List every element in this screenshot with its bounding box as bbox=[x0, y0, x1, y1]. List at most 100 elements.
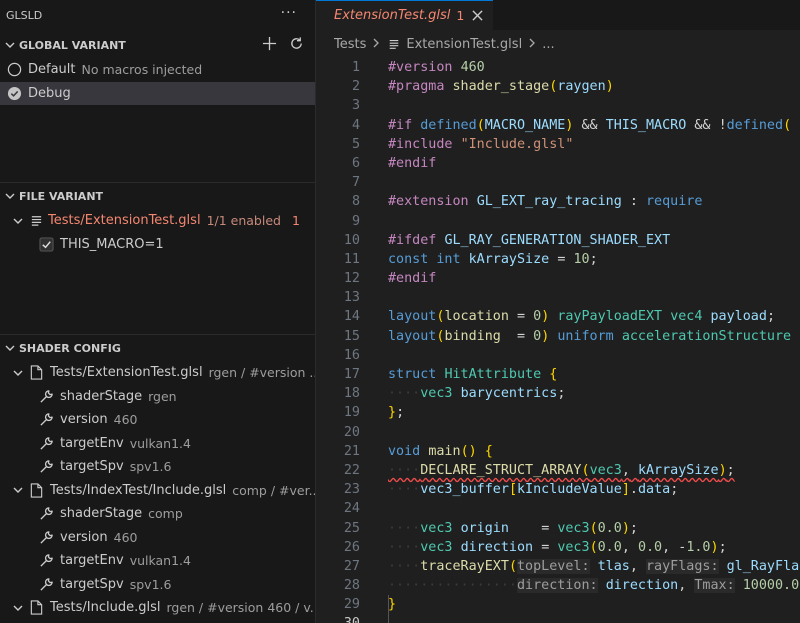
line-number: 20 bbox=[343, 424, 360, 440]
config-property[interactable]: targetEnv vulkan1.4 bbox=[0, 549, 315, 573]
code-line[interactable]: 20 bbox=[316, 423, 800, 442]
problem-count-badge: 1 bbox=[292, 213, 300, 229]
file-description: comp / #ver... bbox=[232, 482, 316, 498]
property-value: spv1.6 bbox=[129, 576, 172, 592]
macro-item[interactable]: THIS_MACRO=1 bbox=[0, 233, 315, 257]
code-line[interactable]: 27 ····traceRayEXT(topLevel: tlas, rayFla… bbox=[316, 557, 800, 576]
property-label: shaderStage bbox=[60, 388, 143, 404]
close-icon[interactable] bbox=[472, 10, 483, 21]
file-lines-icon bbox=[386, 36, 402, 52]
breadcrumb-more[interactable]: ... bbox=[542, 37, 554, 52]
code-line[interactable]: 8 #extension GL_EXT_ray_tracing : require bbox=[316, 192, 800, 211]
line-number: 16 bbox=[343, 347, 360, 363]
code-line[interactable]: 18 ····vec3 barycentrics; bbox=[316, 384, 800, 403]
code-line[interactable]: 23 ····vec3_buffer[kIncludeValue].data; bbox=[316, 480, 800, 499]
property-value: vulkan1.4 bbox=[129, 553, 191, 569]
line-number: 1 bbox=[351, 60, 360, 75]
config-file-item[interactable]: Tests/Include.glsl rgen / #version 460 /… bbox=[0, 596, 315, 620]
add-icon[interactable] bbox=[262, 36, 277, 54]
editor-tab[interactable]: ExtensionTest.glsl 1 bbox=[316, 0, 494, 30]
sidebar-title: GLSLD bbox=[6, 8, 43, 22]
config-file-item[interactable]: Tests/IndexTest/Include.glsl comp / #ver… bbox=[0, 479, 316, 503]
variant-item-default[interactable]: Default No macros injected bbox=[0, 58, 315, 82]
code-text: struct HitAttribute { bbox=[388, 367, 558, 382]
config-property[interactable]: version 460 bbox=[0, 408, 315, 432]
code-line[interactable]: 21 void main() { bbox=[316, 442, 800, 461]
code-line[interactable]: 4 #if defined(MACRO_NAME) && THIS_MACRO &… bbox=[316, 116, 800, 135]
config-file-item[interactable]: Tests/ExtensionTest.glsl rgen / #version… bbox=[0, 361, 316, 385]
config-property[interactable]: shaderStage rgen bbox=[0, 385, 315, 409]
global-variant-section: GLOBAL VARIANT Default No macros injecte… bbox=[0, 32, 315, 105]
indent-guide bbox=[388, 595, 389, 623]
code-line[interactable]: 15 layout(binding = 0) uniform accelerati… bbox=[316, 327, 800, 346]
code-line[interactable]: 10 #ifdef GL_RAY_GENERATION_SHADER_EXT bbox=[316, 231, 800, 250]
code-line[interactable]: 9 bbox=[316, 212, 800, 231]
code-line[interactable]: 7 bbox=[316, 173, 800, 192]
file-variant-file[interactable]: Tests/ExtensionTest.glsl 1/1 enabled 1 bbox=[0, 209, 315, 233]
code-text: ····vec3_buffer[kIncludeValue].data; bbox=[388, 482, 679, 498]
code-line[interactable]: 12 #endif bbox=[316, 269, 800, 288]
radio-checked-icon[interactable] bbox=[6, 85, 22, 101]
code-text: #version 460 bbox=[388, 60, 485, 75]
config-property[interactable]: version 460 bbox=[0, 526, 315, 550]
code-line[interactable]: 11 const int kArraySize = 10; bbox=[316, 250, 800, 269]
code-text: #endif bbox=[388, 155, 437, 171]
breadcrumb-folder[interactable]: Tests bbox=[334, 37, 366, 52]
code-text: ····DECLARE_STRUCT_ARRAY(vec3, kArraySiz… bbox=[388, 462, 735, 478]
code-text: ····traceRayEXT(topLevel: tlas, rayFlags… bbox=[388, 558, 800, 574]
code-line[interactable]: 2 #pragma shader_stage(raygen) bbox=[316, 77, 800, 96]
property-label: shaderStage bbox=[60, 506, 143, 522]
file-variant-header[interactable]: FILE VARIANT bbox=[0, 183, 315, 209]
chevron-down-icon[interactable] bbox=[12, 213, 24, 229]
code-line[interactable]: 25 ····vec3 origin = vec3(0.0); bbox=[316, 519, 800, 538]
radio-unchecked-icon[interactable] bbox=[6, 62, 22, 78]
file-description: rgen / #version ... bbox=[208, 365, 316, 381]
wrench-icon bbox=[38, 435, 54, 451]
code-editor[interactable]: 1 #version 460 2 #pragma shader_stage(rayge… bbox=[316, 58, 800, 623]
config-property[interactable]: targetEnv vulkan1.4 bbox=[0, 432, 315, 456]
chevron-down-icon[interactable] bbox=[12, 365, 24, 381]
code-line[interactable]: 3 bbox=[316, 96, 800, 115]
more-actions-icon[interactable]: ··· bbox=[281, 5, 297, 21]
code-line[interactable]: 26 ····vec3 direction = vec3(0.0, 0.0, -1… bbox=[316, 538, 800, 557]
line-number: 26 bbox=[343, 539, 360, 555]
config-property[interactable]: shaderStage comp bbox=[0, 502, 315, 526]
code-line[interactable]: 28 ················direction: direction, … bbox=[316, 576, 800, 595]
shader-config-section: SHADER CONFIG Tests/ExtensionTest.glsl r… bbox=[0, 335, 316, 620]
code-text: #endif bbox=[388, 271, 437, 287]
code-line[interactable]: 19}; bbox=[316, 403, 800, 422]
line-number: 18 bbox=[343, 386, 360, 402]
variant-item-debug[interactable]: Debug bbox=[0, 81, 315, 105]
tab-filename: ExtensionTest.glsl bbox=[334, 8, 451, 23]
section-actions bbox=[262, 36, 304, 54]
code-line[interactable]: 5 #include "Include.glsl" bbox=[316, 135, 800, 154]
code-line[interactable]: 24 bbox=[316, 499, 800, 518]
code-text: #extension GL_EXT_ray_tracing : require bbox=[388, 194, 703, 210]
code-line[interactable]: 16 bbox=[316, 346, 800, 365]
variant-label: Debug bbox=[28, 85, 71, 101]
code-line[interactable]: 22 ····DECLARE_STRUCT_ARRAY(vec3, kArrayS… bbox=[316, 461, 800, 480]
chevron-down-icon bbox=[1, 343, 19, 353]
shader-config-header[interactable]: SHADER CONFIG bbox=[0, 335, 315, 361]
config-property[interactable]: targetSpv spv1.6 bbox=[0, 573, 315, 597]
chevron-down-icon[interactable] bbox=[12, 600, 24, 616]
code-text: layout(location = 0) rayPayloadEXT vec4 … bbox=[388, 309, 775, 325]
line-number: 27 bbox=[343, 558, 360, 574]
refresh-icon[interactable] bbox=[289, 36, 304, 54]
breadcrumb-file[interactable]: ExtensionTest.glsl bbox=[406, 37, 522, 52]
code-line[interactable]: 6 #endif bbox=[316, 154, 800, 173]
code-line[interactable]: 1 #version 460 bbox=[316, 58, 800, 77]
code-line[interactable]: 14 layout(location = 0) rayPayloadEXT vec… bbox=[316, 307, 800, 326]
code-line[interactable]: 13 bbox=[316, 288, 800, 307]
checkbox-checked-icon[interactable] bbox=[38, 236, 54, 252]
global-variant-header[interactable]: GLOBAL VARIANT bbox=[0, 32, 315, 58]
config-property[interactable]: targetSpv spv1.6 bbox=[0, 455, 315, 479]
chevron-down-icon[interactable] bbox=[12, 482, 24, 498]
tab-problem-count: 1 bbox=[456, 8, 465, 23]
line-number: 23 bbox=[343, 482, 360, 498]
file-icon bbox=[28, 482, 44, 498]
code-text: #ifdef GL_RAY_GENERATION_SHADER_EXT bbox=[388, 232, 671, 248]
code-line[interactable]: 17 struct HitAttribute { bbox=[316, 365, 800, 384]
chevron-down-icon bbox=[1, 40, 19, 50]
file-lines-icon bbox=[28, 213, 44, 229]
